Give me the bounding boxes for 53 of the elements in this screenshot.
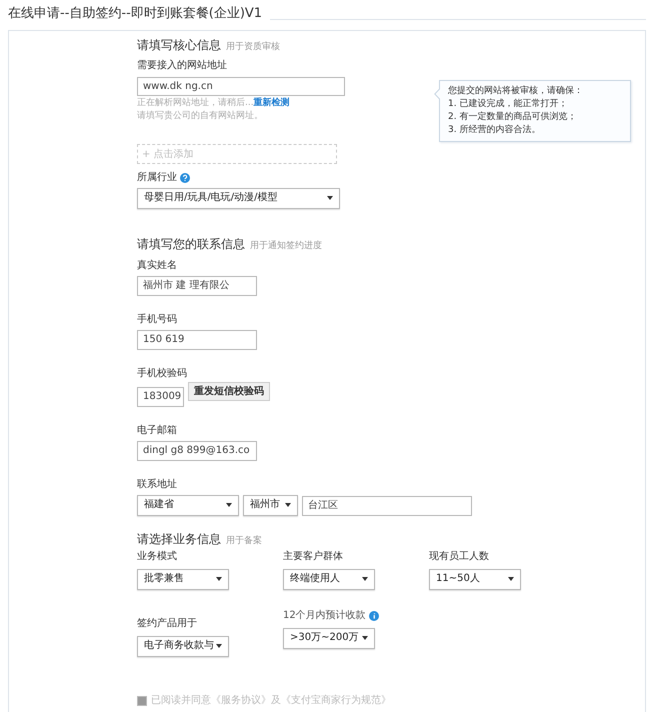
field-label: 所属行业 xyxy=(137,172,177,184)
input-field[interactable]: 150 619 xyxy=(137,330,257,350)
field-label: 现有员工人数 xyxy=(429,550,489,563)
dropdown[interactable]: 福州市 xyxy=(243,494,298,516)
caret-icon xyxy=(216,577,222,582)
section-title: 请填写核心信息 xyxy=(137,38,221,52)
caret-icon xyxy=(327,196,333,200)
checkbox[interactable] xyxy=(137,696,147,706)
caret-icon xyxy=(362,636,368,640)
section-title: 请选择业务信息 xyxy=(137,532,221,546)
field-label: 业务模式 xyxy=(137,550,177,563)
section-subtitle: 用于资质审核 xyxy=(226,42,280,52)
agreement-text: 已阅读并同意《服务协议》及《支付宝商家行为规范》 xyxy=(151,694,391,707)
caret-icon xyxy=(226,503,232,508)
recheck-link[interactable]: 重新检测 xyxy=(254,98,290,108)
caret-icon xyxy=(216,644,222,648)
field-label: 主要客户群体 xyxy=(283,550,343,563)
input-field[interactable]: 183009 xyxy=(137,386,184,407)
resend-button[interactable]: 重发短信校验码 xyxy=(188,382,270,401)
input-field[interactable]: 福州市 建 理有限公 xyxy=(137,276,257,296)
field-label: 手机号码 xyxy=(137,314,178,326)
section-title: 请填写您的联系信息 xyxy=(137,236,245,252)
input-field[interactable]: dingl g8 899@163.co xyxy=(137,440,257,461)
dropdown[interactable]: >30万~200万 xyxy=(283,628,375,649)
tooltip-text: 1. 已建设完成，能正常打开； xyxy=(448,98,568,111)
field-label: 联系地址 xyxy=(137,478,178,491)
dropdown[interactable]: 终端使用人 xyxy=(283,568,375,590)
field-label: 电子邮箱 xyxy=(137,424,178,437)
info-icon[interactable] xyxy=(368,610,379,621)
caret-icon xyxy=(508,577,514,582)
dropdown[interactable]: 福建省 xyxy=(137,494,239,516)
field-label: 真实姓名 xyxy=(137,260,178,272)
input-field[interactable]: www.dk ng.cn xyxy=(137,77,345,96)
dropdown[interactable]: 批零兼售 xyxy=(137,568,229,590)
page-title: 在线申请--自助签约--即时到账套餐(企业)V1 xyxy=(8,6,262,23)
field-label: 手机校验码 xyxy=(137,368,188,380)
tooltip-text: 3. 所经营的内容合法。 xyxy=(448,124,542,137)
tooltip-text: 2. 有一定数量的商品可供浏览； xyxy=(448,110,578,124)
dropdown[interactable]: 母婴日用/玩具/电玩/动漫/模型 xyxy=(137,188,340,209)
section-subtitle: 用于通知签约进度 xyxy=(250,240,322,252)
tooltip-text: 您提交的网站将被审核，请确保： xyxy=(448,84,584,98)
field-label: 12个月内预计收款 xyxy=(283,610,366,622)
input-field[interactable]: 台江区 xyxy=(302,496,472,516)
caret-icon xyxy=(285,503,291,508)
hint-text: 请填写贵公司的自有网站网址。 xyxy=(137,111,263,122)
section-subtitle: 用于备案 xyxy=(226,536,262,547)
status-text: 正在解析网站地址，请稍后...重新检测 xyxy=(137,98,290,110)
caret-icon xyxy=(362,577,368,582)
help-icon[interactable] xyxy=(180,172,190,183)
dropdown[interactable]: 电子商务收款与 xyxy=(137,636,229,657)
dropdown[interactable]: 11~50人 xyxy=(429,568,521,590)
field-label: 签约产品用于 xyxy=(137,618,197,630)
field-label: 需要接入的网站地址 xyxy=(137,60,227,72)
